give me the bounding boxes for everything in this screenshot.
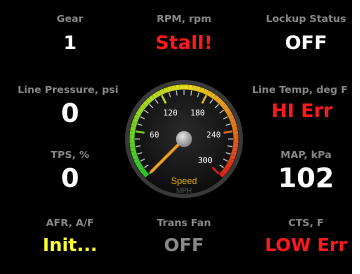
gauge-arc-segment (135, 161, 142, 168)
gauge-arc-segment (223, 107, 231, 114)
gauge-arc-segment (132, 154, 139, 160)
gauge-arc-segment (221, 168, 229, 175)
gauge-arc-segment (130, 126, 136, 132)
gauge-arc-segment (226, 161, 233, 168)
cts-value: LOW Err (264, 235, 348, 256)
gauge-arc-segment (137, 164, 145, 171)
gauge-arc-segment (142, 100, 150, 107)
gauge-major-tick (223, 130, 233, 134)
gauge-tick-label: 120 (163, 108, 178, 117)
gauge-tick-label: 300 (198, 156, 213, 165)
gauge-arc-segment (206, 90, 213, 97)
gauge-arc-segment (229, 154, 236, 160)
gauge-arc-segment (229, 118, 236, 124)
gauge-arc-segment (231, 122, 237, 128)
lockup-status-value: OFF (284, 32, 328, 54)
gauge-arc-segment (163, 87, 169, 94)
gauge-arc-segment (195, 86, 201, 92)
line-pressure-value: 0 (60, 99, 80, 129)
gauge-arc-segment (135, 110, 142, 117)
dashboard-screen: Gear 1 RPM, rpm Stall! Lockup Status OFF… (0, 0, 352, 274)
gauge-major-tick (135, 130, 145, 134)
gauge-arc-segment (139, 103, 147, 110)
gauge-arc-segment (130, 146, 136, 152)
gauge-arc-segment (132, 118, 139, 124)
gauge-arc-segment (191, 85, 197, 91)
gauge-tick-label: 240 (206, 130, 221, 139)
line-temp-label: Line Temp, deg F (252, 85, 348, 96)
lockup-status-label: Lockup Status (265, 14, 347, 25)
gauge-arc-segment (139, 168, 147, 175)
rpm-label: RPM, rpm (156, 14, 212, 25)
gauge-arc-segment (155, 90, 162, 97)
speedometer-gauge: 60 120 180 240 300 Speed MPH (125, 80, 243, 198)
gauge-arc-segment (226, 110, 233, 117)
gauge-arc-segment (133, 157, 140, 164)
gauge-arc-segment (202, 88, 209, 95)
gauge-arc-segment (131, 150, 137, 156)
afr-label: AFR, A/F (46, 218, 94, 229)
gauge-tick-label: 180 (190, 108, 205, 117)
line-temp-value: HI Err (271, 100, 333, 122)
afr-value: Init... (42, 235, 98, 256)
gauge-arc-segment (171, 85, 177, 91)
gauge-arc-segment (218, 100, 226, 107)
gauge-tick-label: 60 (150, 130, 160, 139)
gauge-arc-segment (133, 114, 140, 121)
gear-label: Gear (56, 14, 84, 25)
trans-fan-value: OFF (164, 235, 204, 256)
gauge-arc-segment (209, 92, 216, 100)
map-value: 102 (277, 163, 335, 194)
gauge-arc-segment (223, 164, 231, 171)
gauge-hub (176, 131, 192, 147)
tps-value: 0 (60, 164, 80, 194)
gauge-arc-segment (228, 157, 235, 164)
gauge-arc-segment (216, 97, 223, 105)
gauge-arc-segment (137, 107, 145, 114)
trans-fan-label: Trans Fan (156, 218, 212, 229)
gauge-arc-segment (159, 88, 166, 95)
gauge-arc-segment (221, 103, 229, 110)
gear-value: 1 (63, 32, 77, 54)
line-pressure-label: Line Pressure, psi (17, 85, 119, 96)
rpm-value: Stall! (155, 32, 213, 54)
gauge-arc-segment (213, 94, 220, 102)
gauge-arc-segment (152, 92, 159, 100)
gauge-arc-segment (232, 146, 238, 152)
gauge-arc-segment (142, 171, 150, 178)
tps-label: TPS, % (50, 150, 90, 161)
gauge-arc-segment (218, 171, 226, 178)
cts-label: CTS, F (288, 218, 324, 229)
gauge-arc-segment (131, 122, 137, 128)
gauge-arc-segment (148, 94, 155, 102)
gauge-arc-segment (199, 87, 205, 94)
gauge-title: Speed (171, 176, 197, 186)
gauge-arc-segment (145, 97, 152, 105)
map-label: MAP, kPa (280, 150, 332, 161)
gauge-unit: MPH (176, 188, 192, 195)
gauge-arc-segment (232, 126, 238, 132)
gauge-arc-segment (228, 114, 235, 121)
gauge-arc-segment (231, 150, 237, 156)
gauge-arc-segment (167, 86, 173, 92)
